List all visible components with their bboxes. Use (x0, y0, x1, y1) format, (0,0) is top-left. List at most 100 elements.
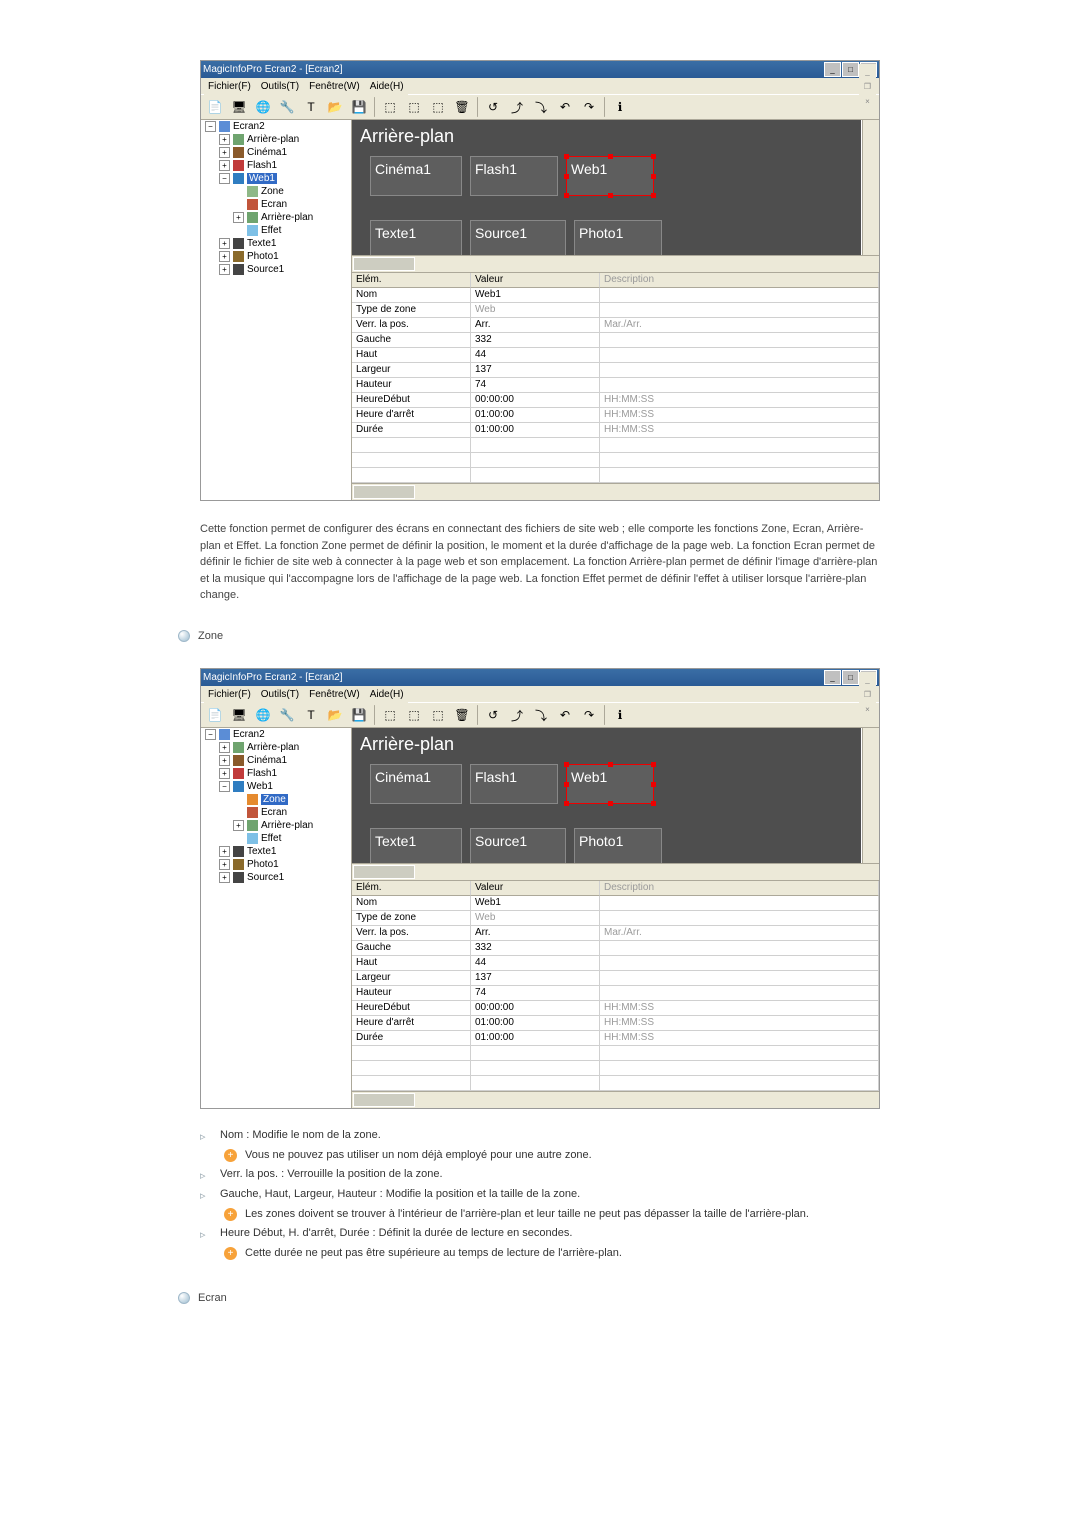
toolbar-button[interactable]: 💾 (348, 704, 370, 726)
toolbar-button[interactable]: ℹ (609, 96, 631, 118)
grid-row[interactable]: Haut44 (352, 348, 879, 363)
grid-row[interactable]: Durée01:00:00HH:MM:SS (352, 423, 879, 438)
toolbar-button[interactable]: ↷ (578, 704, 600, 726)
expand-icon[interactable]: − (205, 121, 216, 132)
expand-icon[interactable]: − (205, 729, 216, 740)
child-minimize-icon[interactable]: _ (859, 64, 876, 79)
tree-item[interactable]: +Arrière-plan (201, 211, 351, 224)
toolbar-button[interactable]: ⤴ (506, 96, 528, 118)
grid-row[interactable]: Hauteur74 (352, 378, 879, 393)
menu-item[interactable]: Aide(H) (370, 81, 404, 92)
tree-item[interactable]: −Web1 (201, 780, 351, 793)
canvas[interactable]: Arrière-plan Cinéma1Flash1Web1Texte1Sour… (352, 120, 879, 255)
toolbar-button[interactable]: 🌐 (252, 96, 274, 118)
grid-cell-value[interactable]: Web (471, 911, 600, 926)
grid-header-cell[interactable]: Description (600, 273, 879, 288)
toolbar-button[interactable]: T (300, 704, 322, 726)
zone-box[interactable]: Texte1 (370, 828, 462, 863)
tree-item[interactable]: −Web1 (201, 172, 351, 185)
toolbar-button[interactable]: ⤴ (506, 704, 528, 726)
expand-icon[interactable]: + (219, 755, 230, 766)
toolbar-button[interactable]: ⬚ (403, 704, 425, 726)
grid-horizontal-scrollbar[interactable] (352, 1091, 879, 1108)
tree-item[interactable]: +Photo1 (201, 250, 351, 263)
grid-cell-value[interactable]: Arr. (471, 318, 600, 333)
grid-cell-value[interactable]: 332 (471, 333, 600, 348)
grid-cell-value[interactable]: Arr. (471, 926, 600, 941)
expand-icon[interactable]: + (219, 134, 230, 145)
resize-handle[interactable] (564, 762, 569, 767)
menu-item[interactable]: Fichier(F) (208, 689, 251, 700)
grid-row[interactable]: Gauche332 (352, 941, 879, 956)
resize-handle[interactable] (608, 801, 613, 806)
resize-handle[interactable] (651, 801, 656, 806)
grid-row[interactable]: Hauteur74 (352, 986, 879, 1001)
tree-item[interactable]: Zone (201, 793, 351, 806)
tree-item[interactable]: Effet (201, 832, 351, 845)
grid-cell-value[interactable]: 01:00:00 (471, 1016, 600, 1031)
tree-item[interactable]: +Photo1 (201, 858, 351, 871)
expand-icon[interactable]: + (219, 147, 230, 158)
grid-row[interactable]: Largeur137 (352, 363, 879, 378)
resize-handle[interactable] (564, 174, 569, 179)
tree-item[interactable]: +Cinéma1 (201, 754, 351, 767)
minimize-icon[interactable]: _ (824, 670, 841, 685)
tree-item[interactable]: Effet (201, 224, 351, 237)
toolbar-button[interactable]: ⬚ (427, 704, 449, 726)
grid-header-cell[interactable]: Elém. (352, 881, 471, 896)
tree-item[interactable]: +Arrière-plan (201, 133, 351, 146)
tree-item[interactable]: +Texte1 (201, 845, 351, 858)
toolbar-button[interactable]: 🌐 (252, 704, 274, 726)
grid-row[interactable]: Verr. la pos.Arr.Mar./Arr. (352, 318, 879, 333)
vertical-scrollbar[interactable] (862, 120, 879, 255)
expand-icon[interactable]: + (219, 742, 230, 753)
tree-item[interactable]: Zone (201, 185, 351, 198)
grid-cell-value[interactable]: 137 (471, 363, 600, 378)
grid-row[interactable]: Verr. la pos.Arr.Mar./Arr. (352, 926, 879, 941)
zone-box[interactable]: Cinéma1 (370, 764, 462, 804)
vertical-scrollbar[interactable] (862, 728, 879, 863)
tree-item[interactable]: +Source1 (201, 263, 351, 276)
expand-icon[interactable]: + (219, 872, 230, 883)
tree-item[interactable]: +Flash1 (201, 767, 351, 780)
toolbar[interactable]: 📄🖥🌐🔧T📂💾⬚⬚⬚🗑↺⤴⤵↶↷ℹ (201, 94, 879, 120)
tree-item[interactable]: −Ecran2 (201, 728, 351, 741)
toolbar-button[interactable]: ⬚ (379, 704, 401, 726)
tree-item[interactable]: +Arrière-plan (201, 741, 351, 754)
resize-handle[interactable] (564, 193, 569, 198)
canvas[interactable]: Arrière-plan Cinéma1Flash1Web1Texte1Sour… (352, 728, 879, 863)
menubar[interactable]: Fichier(F)Outils(T)Fenêtre(W)Aide(H) (204, 686, 408, 703)
tree-item[interactable]: Ecran (201, 806, 351, 819)
grid-row[interactable]: Heure d'arrêt01:00:00HH:MM:SS (352, 1016, 879, 1031)
grid-cell-value[interactable]: 01:00:00 (471, 423, 600, 438)
toolbar-button[interactable]: 📂 (324, 704, 346, 726)
zone-box[interactable]: Web1 (566, 764, 654, 804)
grid-cell-value[interactable]: Web1 (471, 288, 600, 303)
expand-icon[interactable]: + (219, 251, 230, 262)
grid-horizontal-scrollbar[interactable] (352, 483, 879, 500)
child-close-icon[interactable]: × (859, 94, 876, 109)
toolbar-button[interactable]: ⬚ (379, 96, 401, 118)
resize-handle[interactable] (564, 154, 569, 159)
canvas-horizontal-scrollbar[interactable] (352, 255, 879, 272)
tree-item[interactable]: Ecran (201, 198, 351, 211)
expand-icon[interactable]: − (219, 173, 230, 184)
grid-row[interactable]: Type de zoneWeb (352, 911, 879, 926)
menu-item[interactable]: Fenêtre(W) (309, 689, 360, 700)
child-minimize-icon[interactable]: _ (859, 672, 876, 687)
tree-item[interactable]: +Source1 (201, 871, 351, 884)
expand-icon[interactable]: + (219, 238, 230, 249)
toolbar-button[interactable]: 💾 (348, 96, 370, 118)
toolbar-button[interactable]: 🗑 (451, 96, 473, 118)
resize-handle[interactable] (651, 174, 656, 179)
grid-header-cell[interactable]: Valeur (471, 881, 600, 896)
toolbar-button[interactable]: ℹ (609, 704, 631, 726)
zone-box[interactable]: Photo1 (574, 828, 662, 863)
toolbar-button[interactable]: ⤵ (530, 704, 552, 726)
expand-icon[interactable]: + (233, 820, 244, 831)
resize-handle[interactable] (651, 782, 656, 787)
grid-header-cell[interactable]: Elém. (352, 273, 471, 288)
child-restore-icon[interactable]: ❐ (859, 687, 876, 702)
tree-item[interactable]: +Arrière-plan (201, 819, 351, 832)
zone-box[interactable]: Source1 (470, 220, 566, 255)
